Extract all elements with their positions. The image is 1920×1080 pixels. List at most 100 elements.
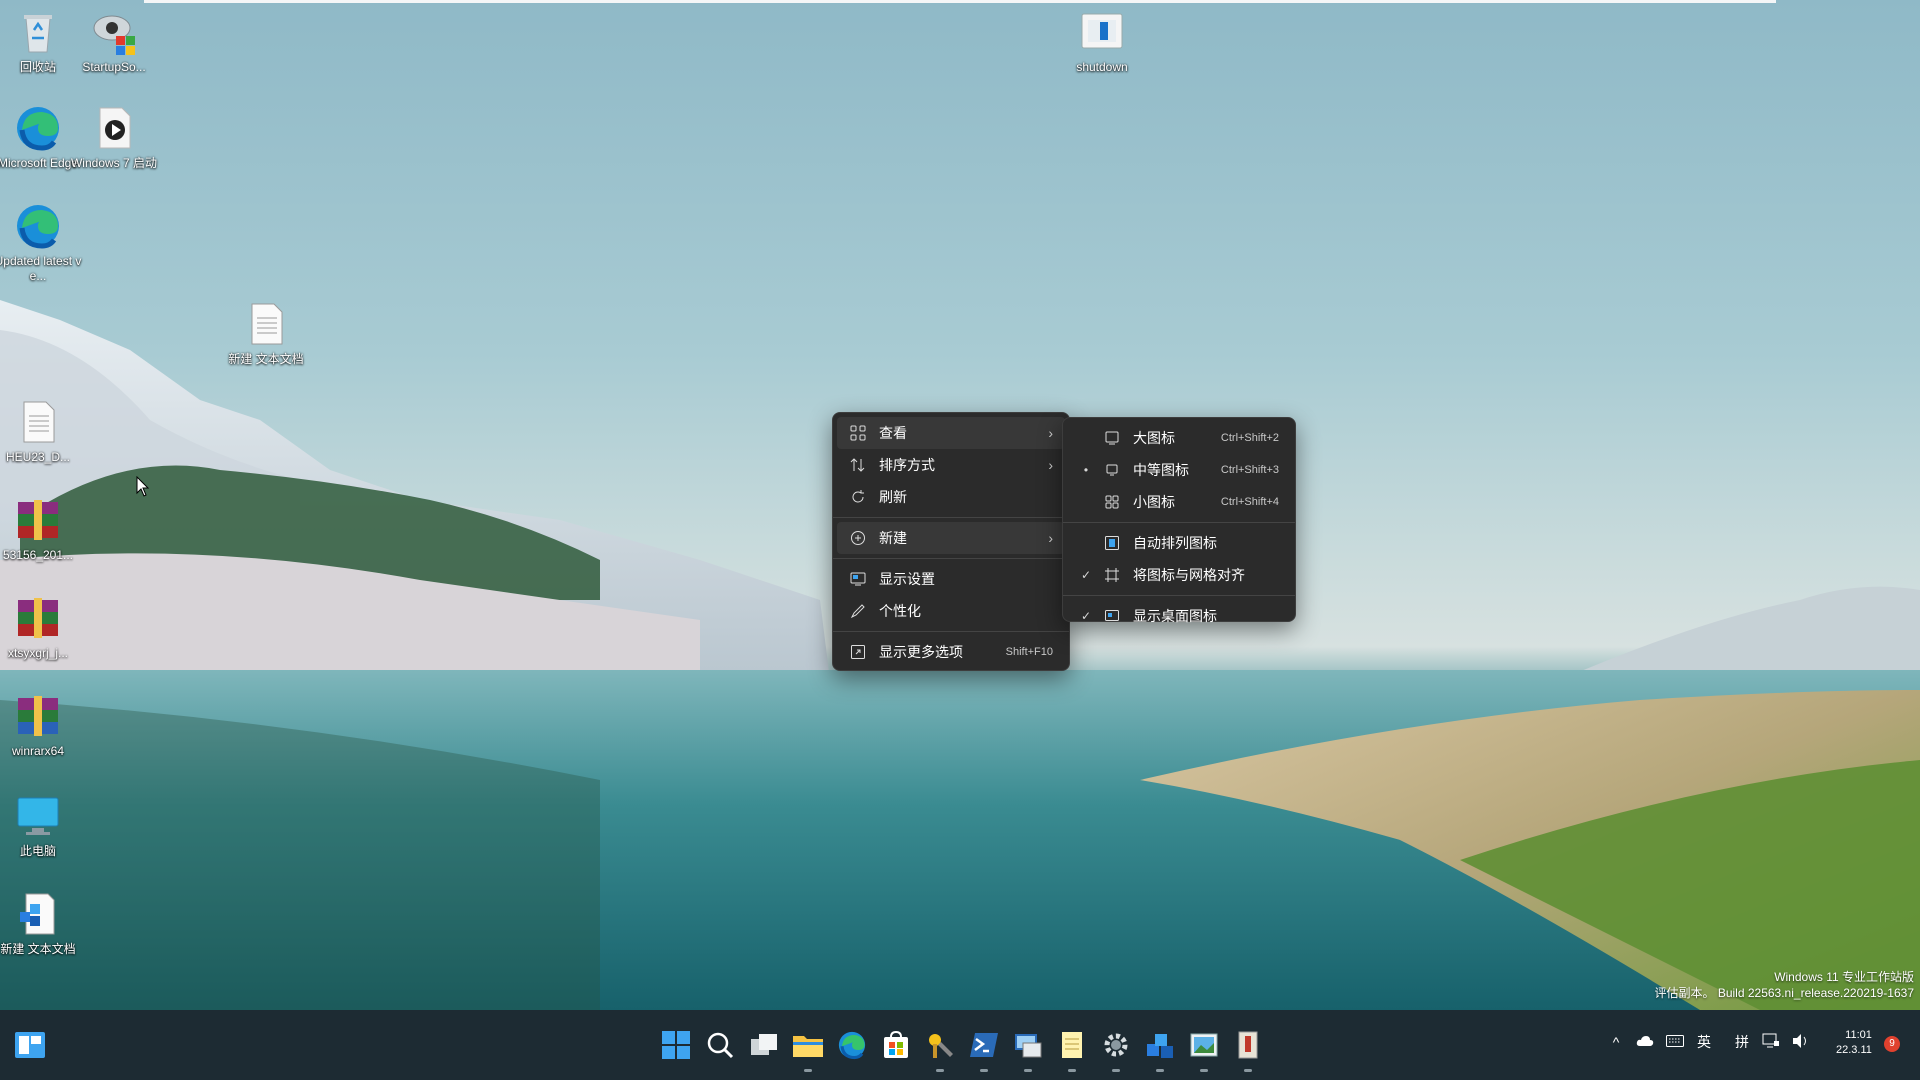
store-button[interactable] — [876, 1024, 916, 1066]
powershell-icon — [970, 1033, 998, 1057]
menu-item-label: 个性化 — [879, 603, 921, 619]
ime-language-indicator[interactable]: 英 — [1696, 1032, 1712, 1052]
text-document-icon — [14, 398, 62, 446]
grid-view-icon — [849, 424, 867, 442]
menu-item-display-settings[interactable]: 显示设置 — [837, 563, 1065, 595]
winrar-archive-icon — [14, 594, 62, 642]
winrar-archive-icon — [14, 496, 62, 544]
desktop-icon-label: shutdown — [1076, 60, 1128, 74]
show-desktop-icons-icon — [1103, 607, 1121, 625]
volume-icon[interactable] — [1792, 1033, 1810, 1052]
running-indicator — [1200, 1069, 1208, 1072]
submenu-item-shortcut: Ctrl+Shift+3 — [1220, 464, 1279, 476]
desktop-icon-winrarx64[interactable]: winrarx64 — [0, 692, 82, 759]
task-view-button[interactable] — [744, 1024, 784, 1066]
winrar-archive-icon — [14, 692, 62, 740]
this-pc-icon — [14, 792, 62, 840]
chevron-right-icon: › — [1048, 530, 1053, 546]
desktop-icon-53156[interactable]: 53156_201... — [0, 496, 82, 563]
photos-icon — [1190, 1033, 1218, 1057]
menu-item-personalize[interactable]: 个性化 — [837, 595, 1065, 627]
submenu-item-large-icons[interactable]: 大图标 Ctrl+Shift+2 — [1067, 422, 1291, 454]
running-indicator — [980, 1069, 988, 1072]
desktop-icon-xtsyxgrj[interactable]: xtsyxgrj_j... — [0, 594, 82, 661]
powershell-button[interactable] — [964, 1024, 1004, 1072]
submenu-item-small-icons[interactable]: 小图标 Ctrl+Shift+4 — [1067, 486, 1291, 518]
chevron-up-icon[interactable]: ^ — [1608, 1034, 1624, 1050]
desktop-icon-startup-sound[interactable]: StartupSo... — [70, 8, 158, 75]
start-icon — [662, 1031, 690, 1059]
submenu-item-shortcut: Ctrl+Shift+4 — [1220, 496, 1279, 508]
media-file-icon — [90, 104, 138, 152]
notepad-button[interactable] — [1052, 1024, 1092, 1072]
menu-item-label: 显示更多选项 — [879, 644, 963, 660]
menu-item-label: 显示设置 — [879, 571, 935, 587]
desktop-icon-windows7-startup[interactable]: Windows 7 启动 — [70, 104, 158, 171]
menu-item-new[interactable]: 新建 › — [837, 522, 1065, 554]
submenu-item-label: 将图标与网格对齐 — [1133, 567, 1245, 583]
photos-button[interactable] — [1184, 1024, 1224, 1072]
notepad-icon — [1062, 1032, 1082, 1058]
onedrive-cloud-icon[interactable] — [1636, 1034, 1654, 1050]
submenu-item-auto-arrange[interactable]: 自动排列图标 — [1067, 527, 1291, 559]
view-submenu: 大图标 Ctrl+Shift+2 • 中等图标 Ctrl+Shift+3 小图标… — [1062, 417, 1296, 624]
edge-taskbar-button[interactable] — [832, 1024, 872, 1066]
remote-desktop-icon — [1015, 1034, 1042, 1058]
running-indicator — [804, 1069, 812, 1072]
running-indicator — [1068, 1069, 1076, 1072]
desktop-icon-label: Windows 7 启动 — [70, 156, 158, 170]
network-icon[interactable] — [1762, 1033, 1780, 1052]
medium-icon-view-icon — [1103, 461, 1121, 479]
taskbar: ^ 英 拼 11:01 22.3.11 9 — [0, 1010, 1920, 1080]
submenu-item-label: 自动排列图标 — [1133, 535, 1217, 551]
desktop-context-menu: 查看 › 排序方式 › 刷新 新建 › 显示设置 个性化 显示更多选项 Shif… — [832, 412, 1070, 671]
desktop-icon-shutdown[interactable]: shutdown — [1058, 8, 1146, 75]
archive-button[interactable] — [1228, 1024, 1268, 1072]
desktop-icon-updated-latest[interactable]: Updated latest ve... — [0, 202, 82, 284]
menu-item-show-more-options[interactable]: 显示更多选项 Shift+F10 — [837, 636, 1065, 668]
tools-button[interactable] — [920, 1024, 960, 1072]
settings-button[interactable] — [1096, 1024, 1136, 1072]
radio-mark: • — [1083, 463, 1089, 477]
menu-item-shortcut: Shift+F10 — [1005, 646, 1053, 658]
submenu-item-label: 小图标 — [1133, 494, 1175, 510]
menu-item-sort-by[interactable]: 排序方式 › — [837, 449, 1065, 481]
menu-item-view[interactable]: 查看 › — [837, 417, 1065, 449]
file-explorer-button[interactable] — [788, 1024, 828, 1072]
search-button[interactable] — [700, 1024, 740, 1066]
edge-icon — [14, 202, 62, 250]
submenu-item-medium-icons[interactable]: • 中等图标 Ctrl+Shift+3 — [1067, 454, 1291, 486]
running-indicator — [936, 1069, 944, 1072]
large-icon-view-icon — [1103, 429, 1121, 447]
check-mark: ✓ — [1080, 609, 1092, 623]
clock-time: 11:01 — [1845, 1029, 1872, 1041]
submenu-item-show-desktop-icons[interactable]: ✓ 显示桌面图标 — [1067, 600, 1291, 632]
start-button[interactable] — [656, 1024, 696, 1066]
submenu-item-label: 大图标 — [1133, 430, 1175, 446]
system-tray: ^ 英 拼 — [1608, 1032, 1810, 1052]
desktop-icon-label: 53156_201... — [2, 548, 74, 562]
ime-mode-indicator[interactable]: 拼 — [1734, 1032, 1750, 1052]
keyboard-icon[interactable] — [1666, 1034, 1684, 1050]
taskbar-clock[interactable]: 11:01 22.3.11 — [1836, 1028, 1872, 1058]
notification-badge[interactable]: 9 — [1884, 1036, 1900, 1052]
menu-item-refresh[interactable]: 刷新 — [837, 481, 1065, 513]
remote-desktop-button[interactable] — [1008, 1024, 1048, 1072]
startup-sound-icon — [90, 8, 138, 56]
personalize-pen-icon — [849, 602, 867, 620]
desktop-icon-this-pc[interactable]: 此电脑 — [0, 792, 82, 859]
menu-item-label: 新建 — [879, 530, 907, 546]
desktop-icon-new-text-doc-2[interactable]: 新建 文本文档 — [0, 890, 82, 957]
widgets-button[interactable] — [14, 1030, 46, 1060]
desktop-icon-label: 新建 文本文档 — [228, 352, 304, 366]
desktop-icon-heu23[interactable]: HEU23_D... — [0, 398, 82, 465]
submenu-item-align-to-grid[interactable]: ✓ 将图标与网格对齐 — [1067, 559, 1291, 591]
running-indicator — [1112, 1069, 1120, 1072]
auto-arrange-icon — [1103, 534, 1121, 552]
desktop-icon-new-text-doc[interactable]: 新建 文本文档 — [222, 300, 310, 367]
menu-item-label: 查看 — [879, 425, 907, 441]
desktop-icon-label: winrarx64 — [11, 744, 65, 758]
packages-button[interactable] — [1140, 1024, 1180, 1072]
shutdown-shortcut-icon — [1078, 8, 1126, 56]
text-document-icon — [14, 890, 62, 938]
